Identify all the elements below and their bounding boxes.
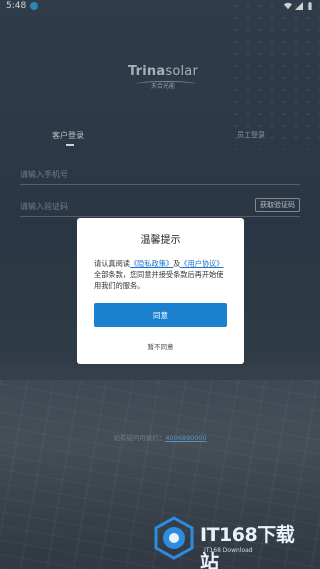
disagree-button[interactable]: 暂不同意 xyxy=(77,341,244,351)
privacy-dialog: 温馨提示 请认真阅读《隐私政策》及《用户协议》全部条款，您同意并接受条款后再开始… xyxy=(77,218,244,364)
dialog-body-suffix: 全部条款，您同意并接受条款后再开始使用我们的服务。 xyxy=(94,270,224,290)
dialog-title: 温馨提示 xyxy=(140,235,181,246)
it168-watermark: IT168下载站 IT168 Download xyxy=(152,516,312,569)
agree-button[interactable]: 同意 xyxy=(94,303,227,327)
user-agreement-link[interactable]: 《用户协议》 xyxy=(180,259,223,268)
watermark-sub: IT168 Download xyxy=(204,547,253,554)
dialog-body: 请认真阅读《隐私政策》及《用户协议》全部条款，您同意并接受条款后再开始使用我们的… xyxy=(94,258,229,291)
dialog-body-prefix: 请认真阅读 xyxy=(94,259,130,268)
it168-logo-icon xyxy=(154,516,194,560)
watermark-brand: IT168下载站 xyxy=(200,524,295,569)
privacy-policy-link[interactable]: 《隐私政策》 xyxy=(130,259,173,268)
